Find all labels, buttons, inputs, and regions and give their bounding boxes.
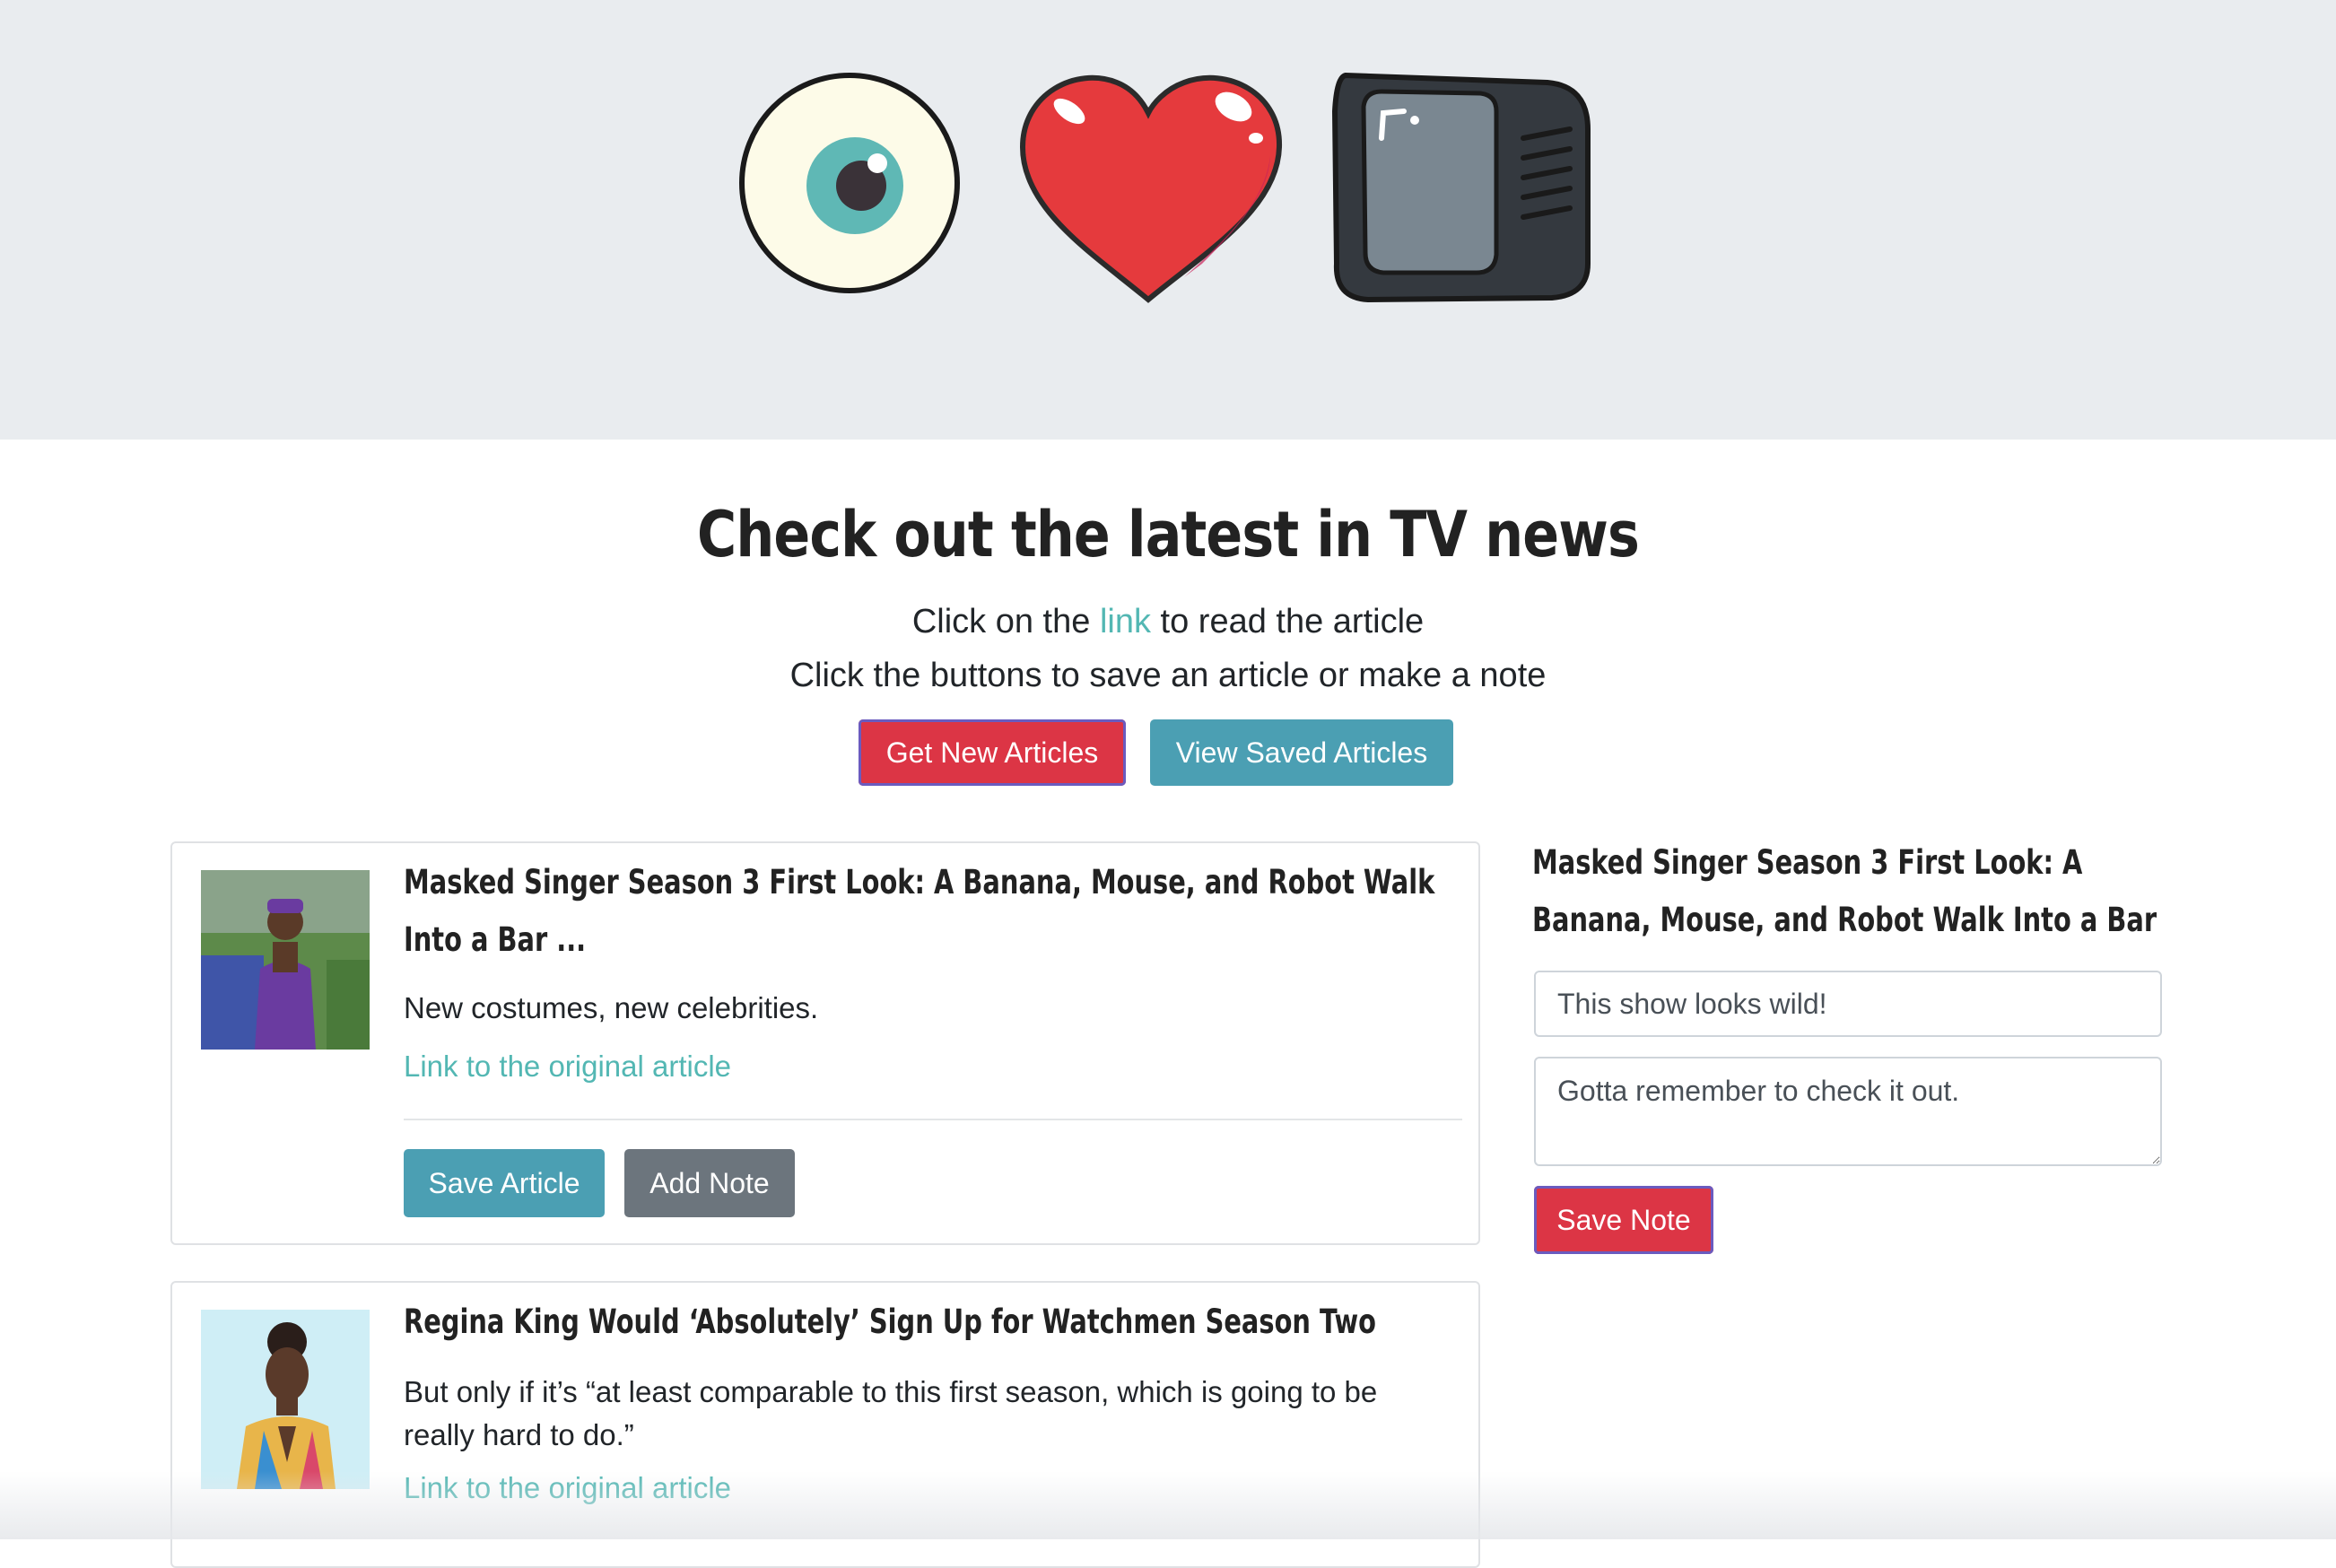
page-title: Check out the latest in TV news: [697, 498, 1640, 571]
eye-icon: [739, 73, 960, 293]
add-note-button[interactable]: Add Note: [624, 1149, 795, 1217]
save-article-button[interactable]: Save Article: [404, 1149, 605, 1217]
instructions-line-1: Click on the link to read the article: [0, 603, 2336, 641]
instructions-link[interactable]: link: [1100, 603, 1151, 640]
article-thumbnail: [201, 870, 370, 1050]
get-new-articles-button[interactable]: Get New Articles: [859, 719, 1126, 786]
article-link[interactable]: Link to the original article: [404, 1050, 731, 1084]
heart-icon: [1019, 74, 1283, 303]
note-body-textarea[interactable]: Gotta remember to check it out.: [1534, 1057, 2162, 1166]
article-card: Masked Singer Season 3 First Look: A Ban…: [170, 841, 1480, 1245]
article-description: But only if it’s “at least comparable to…: [404, 1375, 1378, 1451]
tv-icon: [1331, 72, 1591, 303]
instructions-line-2: Click the buttons to save an article or …: [789, 657, 1547, 694]
save-note-button[interactable]: Save Note: [1534, 1186, 1713, 1254]
instructions-text-after: to read the article: [1160, 603, 1425, 640]
article-card: Regina King Would ‘Absolutely’ Sign Up f…: [170, 1281, 1480, 1568]
site-logo: [739, 72, 1591, 303]
article-title: Regina King Would ‘Absolutely’ Sign Up f…: [404, 1302, 1377, 1341]
card-divider: [404, 1119, 1462, 1120]
note-title-input[interactable]: [1534, 971, 2162, 1037]
view-saved-articles-button[interactable]: View Saved Articles: [1150, 719, 1453, 786]
instructions-text-before: Click on the: [911, 603, 1091, 640]
jumbotron-header: [0, 0, 2336, 440]
article-description: New costumes, new celebrities.: [404, 991, 819, 1024]
article-title: Masked Singer Season 3 First Look: A Ban…: [404, 863, 1435, 959]
article-link[interactable]: Link to the original article: [404, 1471, 731, 1505]
article-thumbnail: [201, 1310, 370, 1489]
